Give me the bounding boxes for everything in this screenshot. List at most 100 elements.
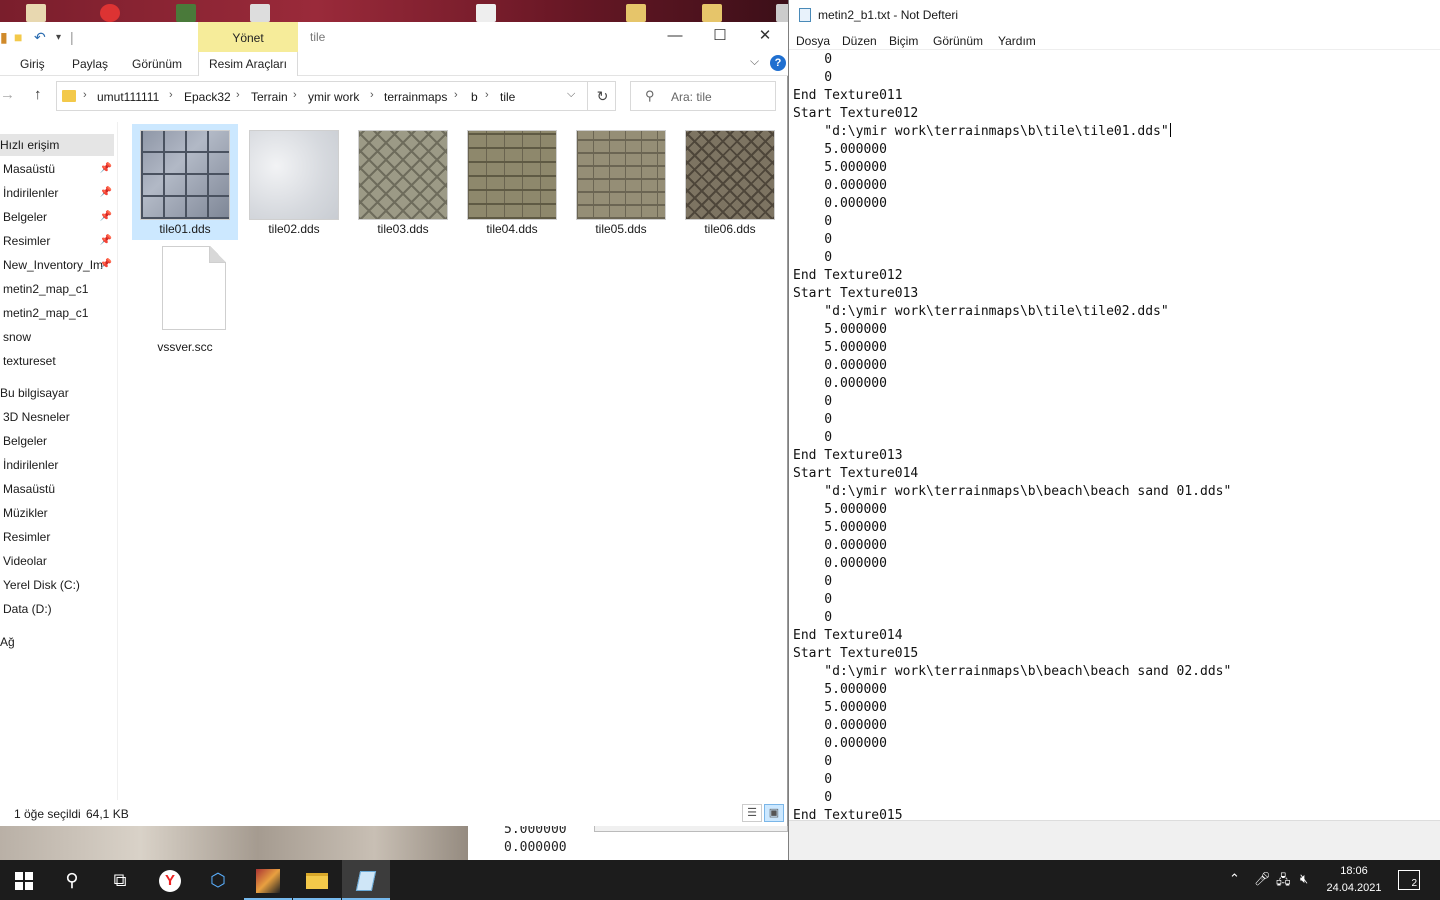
text-line: 0: [793, 412, 833, 427]
sidebar-item-downloads[interactable]: İndirilenler 📌: [0, 182, 114, 204]
sidebar-item-pictures[interactable]: Resimler: [0, 526, 114, 548]
file-item[interactable]: vssver.scc: [132, 244, 238, 364]
navigation-bar: → ↑ › umut111111 › Epack32 › Terrain › y…: [0, 78, 788, 114]
file-item[interactable]: tile01.dds: [132, 124, 238, 240]
details-view-icon[interactable]: ☰: [742, 804, 762, 822]
large-icons-view-icon[interactable]: ▣: [764, 804, 784, 822]
sidebar-item-new-inventory[interactable]: New_Inventory_Im 📌: [0, 254, 114, 276]
expand-ribbon-icon[interactable]: ⌵: [750, 54, 759, 69]
sidebar-item-pictures[interactable]: Resimler 📌: [0, 230, 114, 252]
breadcrumb-item[interactable]: tile: [500, 90, 515, 104]
maximize-button[interactable]: ☐: [697, 22, 743, 52]
sidebar-item-this-pc[interactable]: Bu bilgisayar: [0, 382, 114, 404]
tab-picture-tools[interactable]: Resim Araçları: [198, 52, 298, 76]
network-icon[interactable]: 🖧: [1276, 871, 1291, 893]
desktop-doc-icon[interactable]: [250, 4, 270, 22]
desktop-folder-icon[interactable]: [702, 4, 722, 22]
address-bar[interactable]: › umut111111 › Epack32 › Terrain › ymir …: [56, 81, 616, 111]
sidebar-item-desktop[interactable]: Masaüstü 📌: [0, 158, 114, 180]
sidebar-item-videos[interactable]: Videolar: [0, 550, 114, 572]
text-line: 0.000000: [793, 358, 887, 373]
undo-icon[interactable]: ↶: [34, 29, 46, 45]
sidebar-item-desktop[interactable]: Masaüstü: [0, 478, 114, 500]
notepad-titlebar[interactable]: metin2_b1.txt - Not Defteri: [789, 0, 1440, 30]
breadcrumb-item[interactable]: ymir work: [308, 90, 359, 104]
sidebar-item-quick-access[interactable]: Hızlı erişim: [0, 134, 114, 156]
virtualbox-icon[interactable]: ⬡: [194, 860, 242, 900]
breadcrumb-item[interactable]: terrainmaps: [384, 90, 447, 104]
file-item[interactable]: tile04.dds: [459, 124, 565, 240]
microphone-icon[interactable]: 🎤︎: [1254, 871, 1271, 887]
sidebar-item-documents[interactable]: Belgeler 📌: [0, 206, 114, 228]
up-arrow-icon[interactable]: ↑: [34, 86, 42, 103]
start-button[interactable]: [0, 860, 48, 900]
notepad-taskbar-icon[interactable]: [342, 860, 390, 900]
properties-icon[interactable]: ▮: [0, 29, 8, 45]
speaker-muted-icon[interactable]: 🔇︎: [1300, 871, 1308, 887]
help-icon[interactable]: ?: [770, 55, 786, 71]
tab-home[interactable]: Giriş: [20, 57, 45, 71]
sidebar-item-textureset[interactable]: textureset: [0, 350, 114, 372]
sidebar-item-downloads[interactable]: İndirilenler: [0, 454, 114, 476]
tab-share[interactable]: Paylaş: [72, 57, 108, 71]
desktop-file-icon[interactable]: [476, 4, 496, 22]
search-icon[interactable]: ⚲: [48, 860, 96, 900]
manage-context-tab[interactable]: Yönet: [198, 22, 298, 52]
sidebar-item-snow[interactable]: snow: [0, 326, 114, 348]
sidebar-item-3d-objects[interactable]: 3D Nesneler: [0, 406, 114, 428]
task-view-icon[interactable]: ⧉: [96, 860, 144, 900]
breadcrumb-item[interactable]: b: [471, 90, 478, 104]
breadcrumb-item[interactable]: Terrain: [251, 90, 288, 104]
sidebar-item-local-disk-c[interactable]: Yerel Disk (C:): [0, 574, 114, 596]
text-line: 0: [793, 232, 833, 247]
file-item[interactable]: tile06.dds: [677, 124, 783, 240]
notification-center-icon[interactable]: 2: [1398, 870, 1420, 890]
sidebar-item-metin2-map[interactable]: metin2_map_c1: [0, 278, 114, 300]
sidebar-item-data-d[interactable]: Data (D:): [0, 598, 114, 620]
clock[interactable]: 18:06 24.04.2021: [1322, 863, 1386, 897]
text-editor[interactable]: 0 0 End Texture011 Start Texture012 "d:\ym…: [789, 50, 1440, 820]
breadcrumb-item[interactable]: Epack32: [184, 90, 231, 104]
image-thumbnail: [140, 130, 230, 220]
text-line: 5.000000: [793, 502, 887, 517]
chevron-up-icon[interactable]: ⌃: [1229, 871, 1240, 887]
menu-help[interactable]: Yardım: [998, 34, 1036, 48]
chrome-icon[interactable]: [100, 4, 120, 22]
menu-format[interactable]: Biçim: [889, 34, 918, 48]
text-line: 0: [793, 574, 833, 589]
sidebar-item-label: Belgeler: [3, 210, 48, 224]
sidebar-item-music[interactable]: Müzikler: [0, 502, 114, 524]
refresh-icon[interactable]: ↻: [587, 82, 617, 110]
sidebar-item-metin2-map[interactable]: metin2_map_c1: [0, 302, 114, 324]
close-button[interactable]: ✕: [742, 22, 788, 52]
menu-view[interactable]: Görünüm: [933, 34, 983, 48]
menu-file[interactable]: Dosya: [796, 34, 830, 48]
menu-edit[interactable]: Düzen: [842, 34, 877, 48]
text-line: "d:\ymir work\terrainmaps\b\beach\beach …: [793, 664, 1232, 679]
pin-icon: 📌: [99, 235, 112, 246]
yandex-browser-icon[interactable]: Y: [146, 860, 194, 900]
explorer-titlebar[interactable]: ▮ ■ ↶ ▾ | Yönet tile — ☐ ✕: [0, 22, 788, 52]
back-arrow-icon[interactable]: →: [0, 86, 15, 103]
desktop-file-icon[interactable]: [26, 4, 46, 22]
customize-quick-access-icon[interactable]: ▾: [56, 32, 61, 48]
chevron-down-icon[interactable]: ⌵: [567, 88, 575, 101]
desktop-image-icon[interactable]: [176, 4, 196, 22]
search-input[interactable]: ⚲ Ara: tile: [630, 81, 776, 111]
background-text: 0.000000: [504, 840, 567, 855]
new-folder-icon[interactable]: ■: [14, 29, 22, 45]
window-title: tile: [310, 30, 326, 44]
desktop-folder-icon[interactable]: [626, 4, 646, 22]
breadcrumb-item[interactable]: umut111111: [97, 90, 159, 104]
sidebar-item-documents[interactable]: Belgeler: [0, 430, 114, 452]
game-app-icon[interactable]: [244, 860, 292, 900]
text-line: 5.000000: [793, 700, 887, 715]
file-item[interactable]: tile03.dds: [350, 124, 456, 240]
file-explorer-icon[interactable]: [293, 860, 341, 900]
file-item[interactable]: tile02.dds: [241, 124, 347, 240]
tab-view[interactable]: Görünüm: [132, 57, 182, 71]
image-thumbnail: [685, 130, 775, 220]
sidebar-item-network[interactable]: Ağ: [0, 631, 114, 653]
file-item[interactable]: tile05.dds: [568, 124, 674, 240]
minimize-button[interactable]: —: [652, 22, 698, 52]
